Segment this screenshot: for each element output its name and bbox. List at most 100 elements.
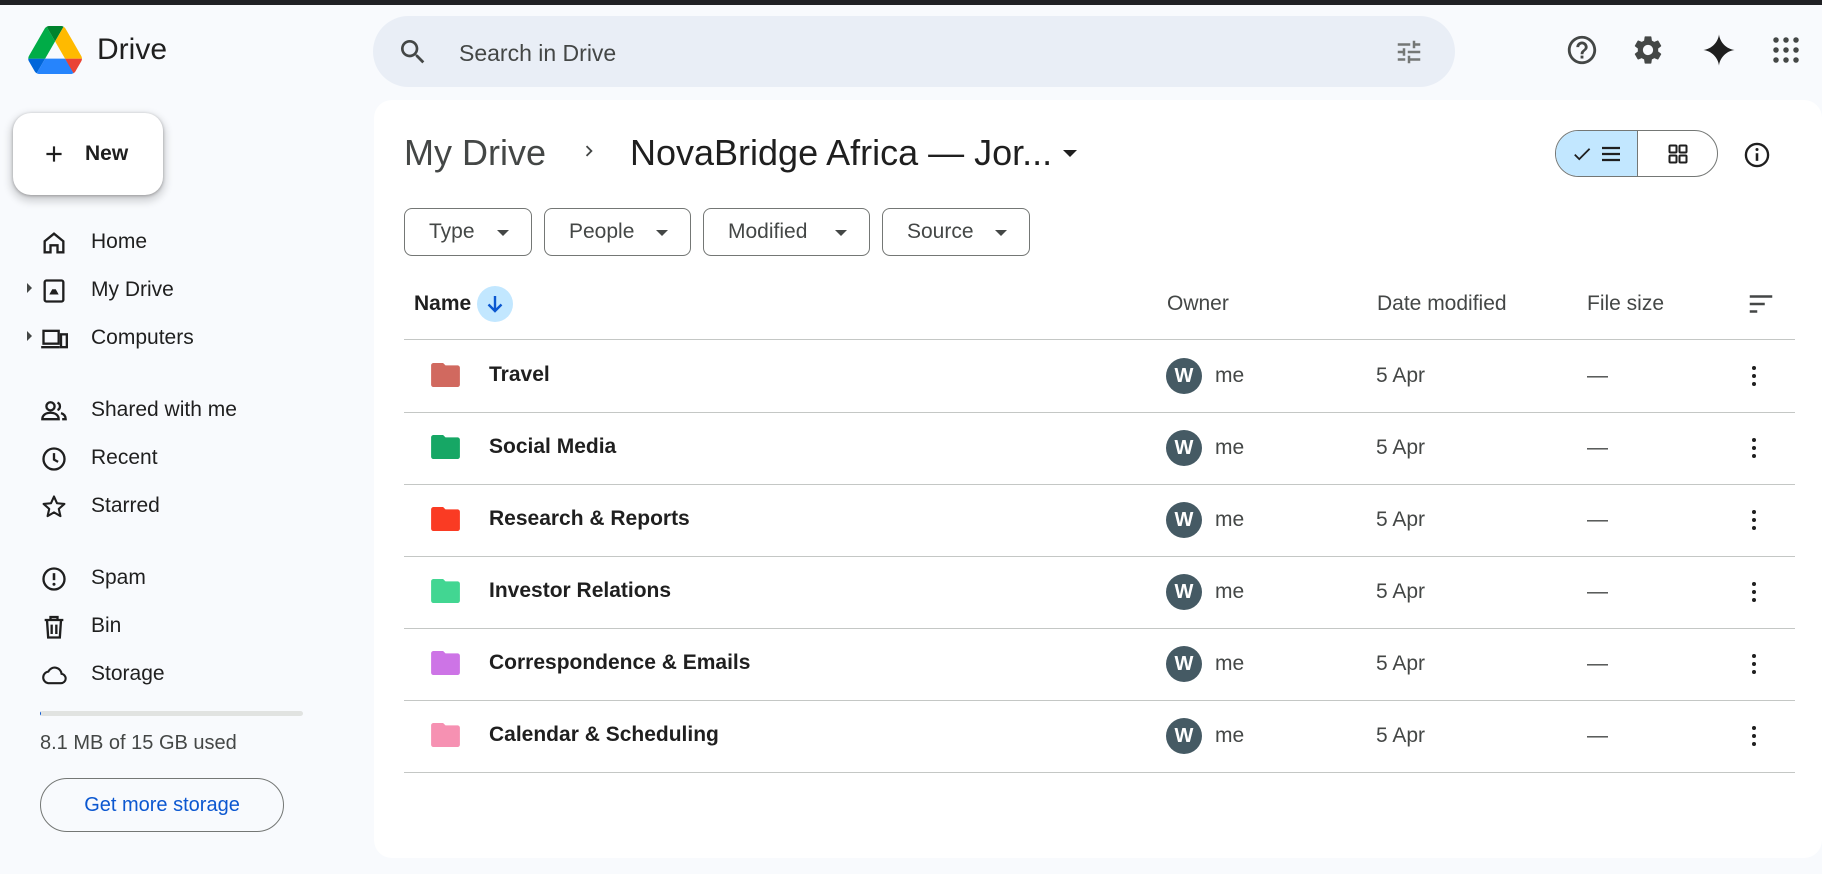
sidebar-item-my-drive[interactable]: My Drive bbox=[0, 268, 360, 312]
table-row[interactable]: Research & Reports Wme 5 Apr — bbox=[404, 484, 1795, 556]
table-row[interactable]: Calendar & Scheduling Wme 5 Apr — bbox=[404, 700, 1795, 772]
home-icon bbox=[43, 232, 65, 254]
sidebar-item-label: Bin bbox=[91, 614, 122, 637]
sidebar-item-computers[interactable]: Computers bbox=[0, 316, 360, 360]
breadcrumb-my-drive[interactable]: My Drive bbox=[404, 132, 546, 174]
search-bar[interactable] bbox=[373, 16, 1455, 87]
search-input[interactable] bbox=[457, 30, 1341, 76]
list-view-button[interactable] bbox=[1556, 131, 1638, 176]
date-modified: 5 Apr bbox=[1376, 652, 1426, 675]
dropdown-caret-icon bbox=[497, 230, 509, 236]
more-actions-icon[interactable] bbox=[1739, 648, 1769, 680]
expand-arrow-icon[interactable] bbox=[27, 283, 32, 293]
file-name: Travel bbox=[489, 363, 550, 386]
help-icon[interactable] bbox=[1562, 30, 1602, 70]
view-toggle[interactable] bbox=[1555, 130, 1718, 177]
spam-icon bbox=[42, 567, 66, 591]
sidebar-item-storage[interactable]: Storage bbox=[0, 652, 360, 696]
owner-avatar: W bbox=[1166, 430, 1202, 466]
get-more-storage-button[interactable]: Get more storage bbox=[40, 778, 284, 832]
expand-arrow-icon[interactable] bbox=[27, 331, 32, 341]
sidebar-item-label: Starred bbox=[91, 494, 160, 517]
search-icon[interactable] bbox=[397, 36, 429, 73]
drive-logo[interactable]: Drive bbox=[28, 26, 167, 74]
breadcrumb-current-folder[interactable]: NovaBridge Africa — Jor... bbox=[630, 132, 1052, 174]
owner-avatar: W bbox=[1166, 502, 1202, 538]
file-size: — bbox=[1587, 580, 1608, 603]
folder-menu-caret-icon[interactable] bbox=[1063, 150, 1077, 157]
filter-label: Modified bbox=[728, 220, 808, 243]
bin-icon bbox=[44, 615, 64, 639]
owner-name: me bbox=[1215, 580, 1245, 603]
more-actions-icon[interactable] bbox=[1739, 432, 1769, 464]
owner-avatar: W bbox=[1166, 574, 1202, 610]
divider bbox=[404, 772, 1795, 773]
cloud-icon bbox=[42, 666, 67, 685]
date-modified: 5 Apr bbox=[1376, 364, 1426, 387]
table-row[interactable]: Travel Wme 5 Apr — bbox=[404, 340, 1795, 412]
folder-icon bbox=[431, 363, 460, 387]
column-header-file-size[interactable]: File size bbox=[1587, 292, 1664, 316]
dropdown-caret-icon bbox=[835, 230, 847, 236]
gemini-icon[interactable] bbox=[1699, 30, 1739, 70]
check-icon bbox=[1573, 147, 1590, 160]
date-modified: 5 Apr bbox=[1376, 724, 1426, 747]
file-size: — bbox=[1587, 364, 1608, 387]
filter-people[interactable]: People bbox=[544, 208, 691, 256]
table-row[interactable]: Social Media Wme 5 Apr — bbox=[404, 412, 1795, 484]
sidebar-item-label: Recent bbox=[91, 446, 158, 469]
owner-avatar: W bbox=[1166, 358, 1202, 394]
dropdown-caret-icon bbox=[995, 230, 1007, 236]
sidebar-item-home[interactable]: Home bbox=[0, 220, 360, 264]
column-header-name[interactable]: Name bbox=[414, 292, 471, 316]
file-name: Research & Reports bbox=[489, 507, 690, 530]
sidebar-item-spam[interactable]: Spam bbox=[0, 556, 360, 600]
new-button[interactable]: New bbox=[13, 113, 163, 195]
column-header-owner: Owner bbox=[1167, 292, 1229, 315]
folder-icon bbox=[431, 651, 460, 675]
my-drive-icon bbox=[43, 279, 65, 303]
drive-logo-icon bbox=[28, 26, 82, 74]
app-title: Drive bbox=[97, 33, 168, 66]
info-icon[interactable] bbox=[1743, 141, 1771, 169]
file-size: — bbox=[1587, 508, 1608, 531]
sidebar-item-label: Computers bbox=[91, 326, 194, 349]
arrow-down-icon bbox=[487, 296, 503, 313]
search-options-icon[interactable] bbox=[1394, 37, 1424, 72]
filter-label: Type bbox=[429, 220, 475, 243]
sort-direction-button[interactable] bbox=[477, 286, 513, 322]
list-icon bbox=[1601, 146, 1620, 161]
sort-options-icon[interactable] bbox=[1746, 289, 1776, 319]
sidebar-item-shared-with-me[interactable]: Shared with me bbox=[0, 388, 360, 432]
grid-icon bbox=[1668, 144, 1687, 163]
folder-icon bbox=[431, 579, 460, 603]
sidebar-item-recent[interactable]: Recent bbox=[0, 436, 360, 480]
folder-icon bbox=[431, 723, 460, 747]
file-name: Correspondence & Emails bbox=[489, 651, 751, 674]
more-actions-icon[interactable] bbox=[1739, 720, 1769, 752]
date-modified: 5 Apr bbox=[1376, 508, 1426, 531]
chevron-right-icon bbox=[585, 145, 593, 157]
column-header-date-modified[interactable]: Date modified bbox=[1377, 292, 1507, 316]
filter-source[interactable]: Source bbox=[882, 208, 1030, 256]
filter-modified[interactable]: Modified bbox=[703, 208, 870, 256]
more-actions-icon[interactable] bbox=[1739, 360, 1769, 392]
sidebar-item-bin[interactable]: Bin bbox=[0, 604, 360, 648]
more-actions-icon[interactable] bbox=[1739, 504, 1769, 536]
sidebar-item-starred[interactable]: Starred bbox=[0, 484, 360, 528]
settings-icon[interactable] bbox=[1628, 30, 1668, 70]
storage-usage-text: 8.1 MB of 15 GB used bbox=[40, 732, 237, 754]
table-row[interactable]: Correspondence & Emails Wme 5 Apr — bbox=[404, 628, 1795, 700]
filter-type[interactable]: Type bbox=[404, 208, 532, 256]
window-top-border bbox=[0, 0, 1822, 5]
clock-icon bbox=[42, 447, 66, 471]
file-name: Social Media bbox=[489, 435, 617, 458]
owner-name: me bbox=[1215, 508, 1245, 531]
table-row[interactable]: Investor Relations Wme 5 Apr — bbox=[404, 556, 1795, 628]
plus-icon bbox=[46, 146, 62, 162]
file-size: — bbox=[1587, 436, 1608, 459]
grid-view-button[interactable] bbox=[1638, 131, 1717, 176]
star-icon bbox=[42, 495, 66, 518]
more-actions-icon[interactable] bbox=[1739, 576, 1769, 608]
apps-grid-icon[interactable] bbox=[1766, 30, 1806, 70]
